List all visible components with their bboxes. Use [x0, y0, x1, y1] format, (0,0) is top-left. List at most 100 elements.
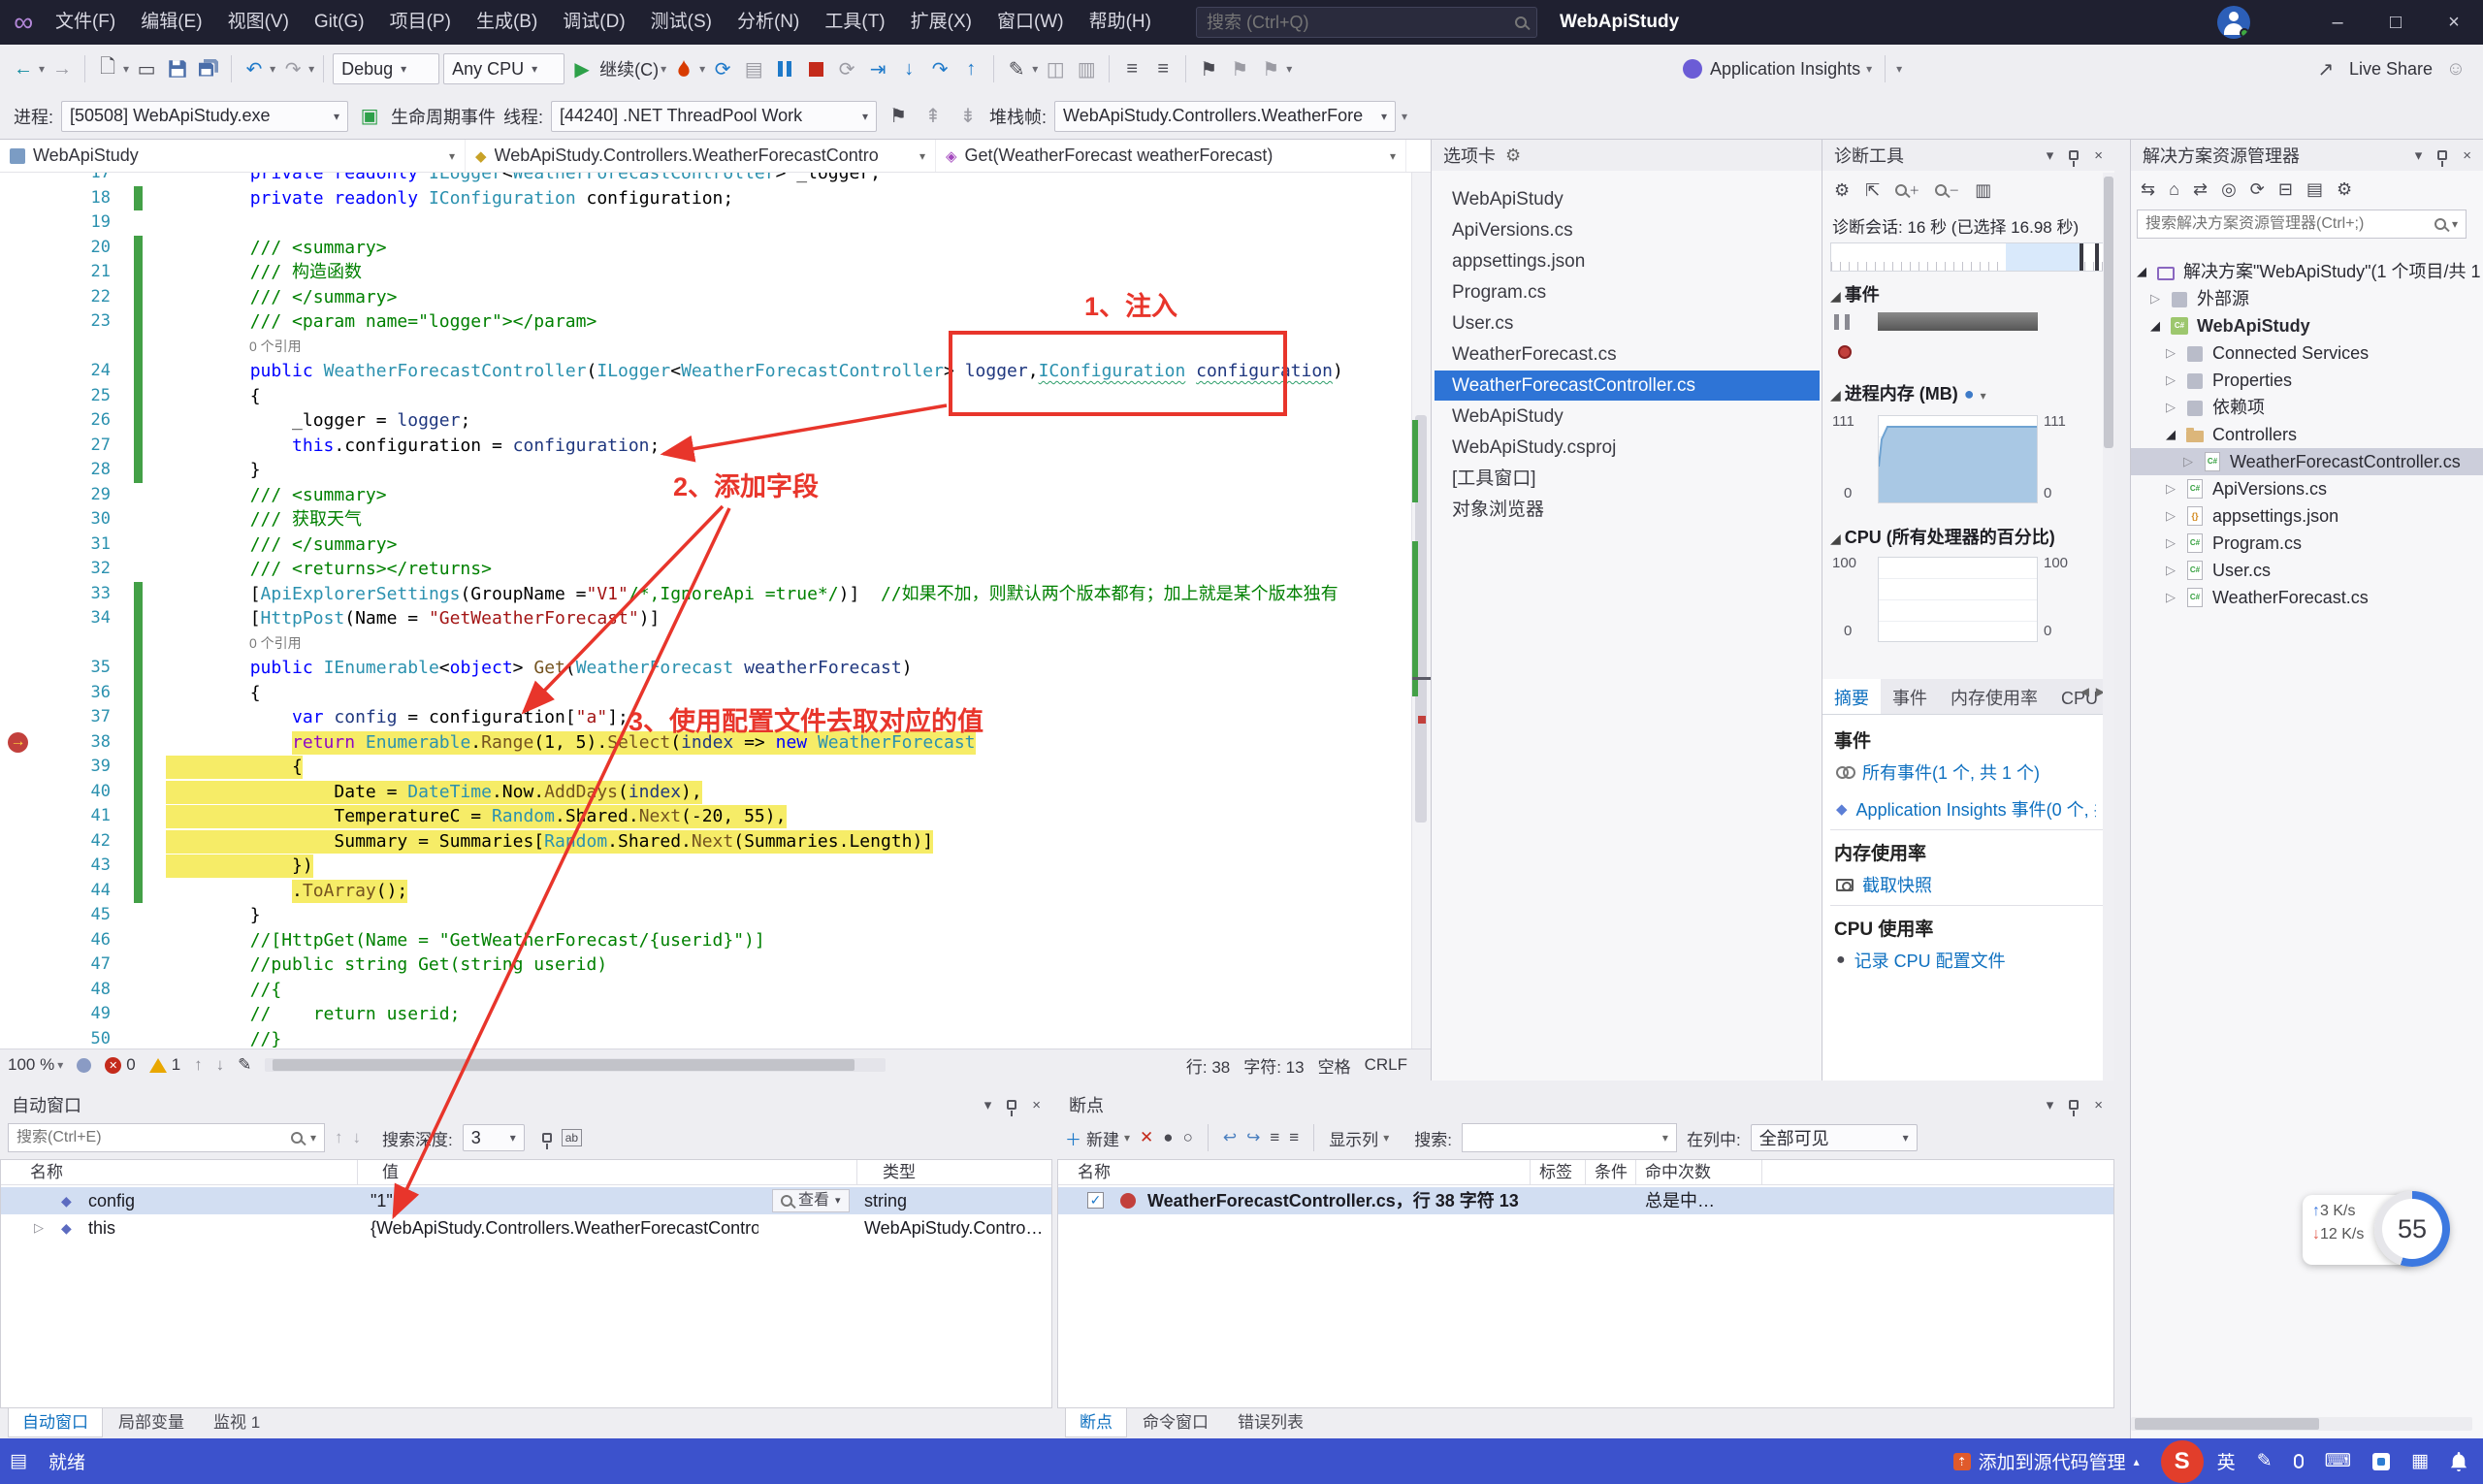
tool-tab-自动窗口[interactable]: 自动窗口	[8, 1408, 103, 1437]
column-header-条件[interactable]: 条件	[1595, 1160, 1628, 1185]
profiler-icon[interactable]: ▥	[1073, 52, 1100, 85]
show-columns-dropdown[interactable]: 显示列 ▾	[1329, 1126, 1389, 1150]
autos-search-input[interactable]	[16, 1129, 283, 1146]
feedback-icon[interactable]: ☺	[2442, 52, 2469, 85]
add-to-source-control-button[interactable]: ⇡ 添加到源代码管理 ▴	[1952, 1448, 2140, 1474]
quick-search-input[interactable]	[1207, 12, 1515, 33]
app-insights-events-link[interactable]: ◆Application Insights 事件(0 个, 共 0 个)	[1836, 796, 2096, 822]
thread-dropdown[interactable]: [44240] .NET ThreadPool Work ▾	[551, 100, 878, 132]
undo-caret[interactable]: ▾	[270, 62, 275, 76]
error-count[interactable]: ✕ 0	[105, 1055, 136, 1075]
break-all-icon[interactable]	[771, 52, 798, 85]
export-breakpoints-icon[interactable]: ≡	[1270, 1128, 1279, 1147]
tab-picker-item-WeatherForecast.cs[interactable]: WeatherForecast.cs	[1435, 339, 1820, 370]
code-line-20[interactable]: 20 /// <summary>	[0, 235, 1411, 260]
member-dropdown[interactable]: ◈ Get(WeatherForecast weatherForecast) ▾	[936, 140, 1406, 172]
go-to-source-icon[interactable]: ↩	[1223, 1128, 1237, 1147]
solution-tree-item-WeatherForecast.cs[interactable]: ▷ C# WeatherForecast.cs	[2131, 584, 2483, 611]
menu-item-帮助(H)[interactable]: 帮助(H)	[1077, 0, 1164, 45]
code-line-39[interactable]: 39 {	[0, 755, 1411, 780]
minimize-button[interactable]: –	[2308, 0, 2367, 45]
editor-horizontal-scrollbar[interactable]	[265, 1058, 887, 1072]
column-divider[interactable]	[1761, 1160, 1762, 1185]
tool-tab-断点[interactable]: 断点	[1065, 1408, 1127, 1437]
menu-item-分析(N)[interactable]: 分析(N)	[725, 0, 812, 45]
application-insights-dropdown[interactable]: Application Insights	[1710, 59, 1860, 80]
expander-icon[interactable]: ▷	[2183, 448, 2193, 475]
open-folder-icon[interactable]: ▭	[133, 52, 160, 85]
editor-vertical-scrollbar[interactable]	[1411, 173, 1432, 1048]
type-dropdown[interactable]: ◆ WebApiStudy.Controllers.WeatherForecas…	[466, 140, 936, 172]
take-snapshot-link[interactable]: 截取快照	[1836, 872, 1932, 897]
tool-tab-命令窗口[interactable]: 命令窗口	[1129, 1408, 1222, 1437]
show-next-statement-icon[interactable]: ⇥	[864, 52, 891, 85]
solution-tree-item-ApiVersions.cs[interactable]: ▷ C# ApiVersions.cs	[2131, 475, 2483, 502]
live-share-button[interactable]: Live Share	[2349, 59, 2433, 80]
record-cpu-link[interactable]: ● 记录 CPU 配置文件	[1836, 948, 2006, 973]
maximize-button[interactable]: □	[2367, 0, 2425, 45]
process-dropdown[interactable]: [50508] WebApiStudy.exe ▾	[61, 100, 349, 132]
close-icon[interactable]: ×	[2094, 147, 2103, 164]
code-line-48[interactable]: 48 //{	[0, 978, 1411, 1003]
zoom-in-icon[interactable]: ＋	[1895, 182, 1919, 198]
step-out-icon[interactable]: ↑	[957, 52, 984, 85]
menu-item-窗口(W)[interactable]: 窗口(W)	[984, 0, 1077, 45]
expander-icon[interactable]: ▷	[2166, 584, 2176, 611]
solution-tree-item-WebApiStudy[interactable]: ◢ C# WebApiStudy	[2131, 312, 2483, 339]
bp-search-input[interactable]	[1469, 1129, 1655, 1146]
cpu-chart[interactable]	[1878, 557, 2038, 642]
code-line-46[interactable]: 46 //[HttpGet(Name = "GetWeatherForecast…	[0, 928, 1411, 953]
code-line-50[interactable]: 50 //}	[0, 1027, 1411, 1049]
solution-tree-item-外部源[interactable]: ▷ 外部源	[2131, 285, 2483, 312]
menu-item-编辑(E)[interactable]: 编辑(E)	[128, 0, 214, 45]
continue-button[interactable]: 继续(C)	[599, 56, 659, 81]
background-tasks-icon[interactable]: ▤	[10, 1450, 27, 1472]
application-insights-caret[interactable]: ▾	[1866, 62, 1872, 76]
new-breakpoint-button[interactable]: ＋新建 ▾	[1065, 1126, 1130, 1150]
stack-frame-dropdown[interactable]: WebApiStudy.Controllers.WeatherFore ▾	[1054, 100, 1397, 132]
column-divider[interactable]	[357, 1160, 358, 1185]
gear-icon[interactable]: ⚙	[1505, 145, 1521, 166]
continue-caret[interactable]: ▾	[661, 62, 666, 76]
search-depth-dropdown[interactable]: 3 ▾	[462, 1124, 525, 1151]
column-divider[interactable]	[856, 1160, 857, 1185]
ime-mic-icon[interactable]	[2293, 1454, 2304, 1468]
caret-column-indicator[interactable]: 字符: 13	[1243, 1053, 1304, 1078]
autos-row-config[interactable]: ◆ config "1" 查看 ▾ string	[1, 1187, 1051, 1214]
panel-menu-caret[interactable]: ▾	[2415, 146, 2423, 164]
code-line-22[interactable]: 22 /// </summary>	[0, 284, 1411, 309]
code-line-31[interactable]: 31 /// </summary>	[0, 532, 1411, 558]
ime-pen-icon[interactable]: ✎	[2257, 1450, 2273, 1472]
save-all-icon[interactable]	[195, 52, 222, 85]
code-line-35[interactable]: 35 public IEnumerable<object> Get(Weathe…	[0, 656, 1411, 681]
expander-icon[interactable]: ◢	[2150, 312, 2160, 339]
autos-search-box[interactable]: ▾	[8, 1123, 325, 1152]
previous-bookmark-icon[interactable]: ⚑	[1226, 52, 1253, 85]
panel-menu-caret[interactable]: ▾	[984, 1096, 992, 1113]
indentation-indicator[interactable]: 空格	[1318, 1053, 1351, 1078]
code-line-26[interactable]: 26 _logger = logger;	[0, 408, 1411, 434]
solution-tree-item-Connected Services[interactable]: ▷ Connected Services	[2131, 339, 2483, 367]
tab-picker-item-Program.cs[interactable]: Program.cs	[1435, 277, 1820, 307]
user-avatar[interactable]	[2217, 6, 2250, 39]
project-dropdown[interactable]: WebApiStudy ▾	[0, 140, 466, 172]
step-over-icon[interactable]: ↷	[926, 52, 953, 85]
expander-icon[interactable]: ▷	[2166, 367, 2176, 394]
bookmark-icon[interactable]: ⚑	[1195, 52, 1222, 85]
import-breakpoints-icon[interactable]: ≡	[1289, 1128, 1299, 1147]
panel-menu-caret[interactable]: ▾	[2047, 146, 2054, 164]
breakpoint-checkbox[interactable]: ✓	[1087, 1192, 1104, 1209]
codelens-row[interactable]: 0 个引用	[0, 630, 1411, 656]
memory-section-header[interactable]: ◢ 进程内存 (MB) ● ▾	[1830, 380, 2108, 405]
warning-count[interactable]: 1	[148, 1055, 180, 1075]
menu-item-调试(D)[interactable]: 调试(D)	[550, 0, 637, 45]
refresh-icon[interactable]: ⟳	[2250, 179, 2265, 200]
tab-picker-item-appsettings.json[interactable]: appsettings.json	[1435, 246, 1820, 276]
code-line-18[interactable]: 18 private readonly IConfiguration confi…	[0, 185, 1411, 210]
lifecycle-events-button[interactable]: 生命周期事件	[391, 104, 496, 129]
new-file-icon[interactable]: 🗋	[94, 52, 121, 85]
tab-picker-item-ApiVersions.cs[interactable]: ApiVersions.cs	[1435, 215, 1820, 245]
expander-icon[interactable]: ▷	[2166, 394, 2176, 421]
code-cleanup-icon[interactable]: ✎	[1003, 52, 1030, 85]
diagnostics-tab-摘要[interactable]: 摘要	[1822, 679, 1881, 714]
